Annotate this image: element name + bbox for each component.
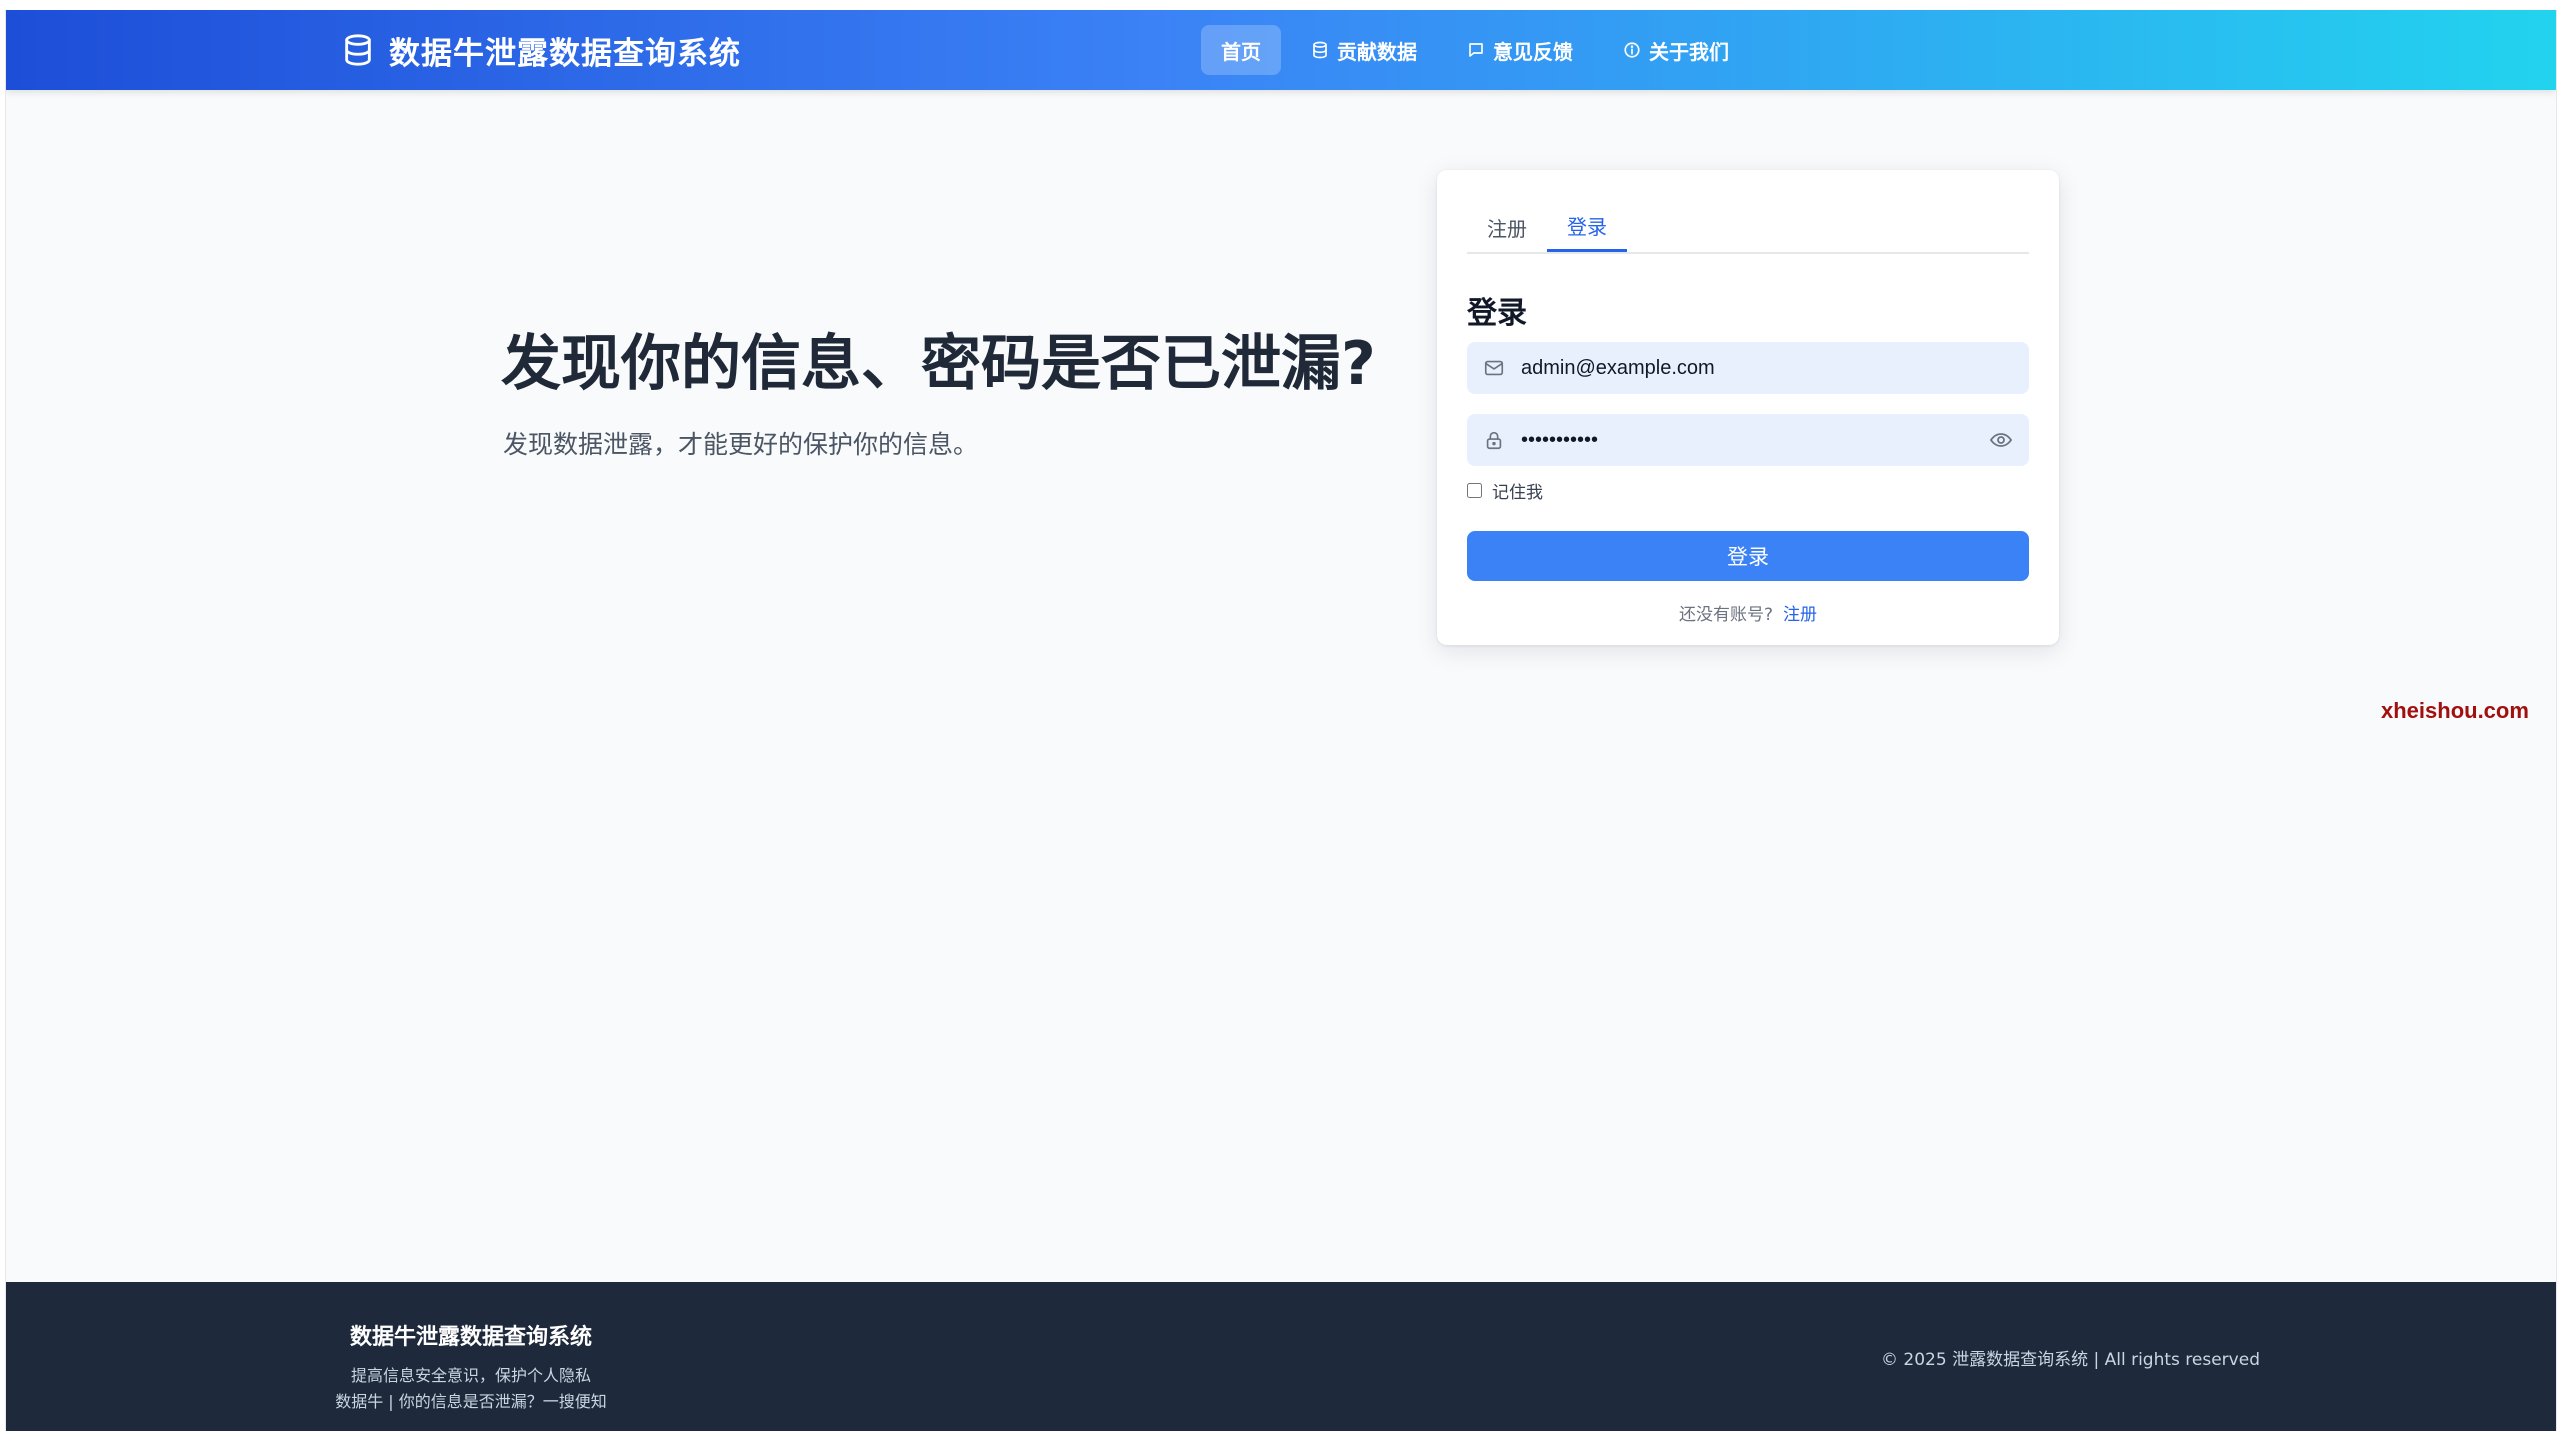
database-icon <box>1313 41 1327 59</box>
brand[interactable]: 数据牛泄露数据查询系统 <box>341 10 741 90</box>
register-link[interactable]: 注册 <box>1783 605 1817 625</box>
footer-slogan: 数据牛 | 你的信息是否泄漏？一搜便知 <box>335 1392 607 1411</box>
footer-title: 数据牛泄露数据查询系统 <box>349 1325 592 1350</box>
footer-tagline: 提高信息安全意识，保护个人隐私 <box>350 1366 591 1385</box>
remember-me[interactable]: 记住我 <box>1467 478 1543 503</box>
no-account-text: 还没有账号? <box>1678 605 1774 625</box>
tab-register[interactable]: 注册 <box>1467 202 1547 252</box>
nav-contribute-data[interactable]: 贡献数据 <box>1291 25 1437 75</box>
info-icon <box>1624 42 1640 58</box>
footer: 数据牛泄露数据查询系统 提高信息安全意识，保护个人隐私 数据牛 | 你的信息是否… <box>6 1282 2556 1431</box>
signup-prompt: 还没有账号? 注册 <box>1437 600 2059 625</box>
tab-login[interactable]: 登录 <box>1547 202 1627 252</box>
footer-brand: 数据牛泄露数据查询系统 提高信息安全意识，保护个人隐私 数据牛 | 你的信息是否… <box>266 1319 676 1415</box>
password-input[interactable] <box>1519 419 1989 461</box>
password-field[interactable] <box>1467 414 2029 466</box>
nav-about[interactable]: 关于我们 <box>1603 25 1749 75</box>
nav-feedback-label: 意见反馈 <box>1493 39 1573 64</box>
email-field[interactable] <box>1467 342 2029 394</box>
database-icon <box>345 34 371 66</box>
login-card: 注册 登录 登录 记住我 登 <box>1437 170 2059 645</box>
top-navbar: 数据牛泄露数据查询系统 首页 贡献数据 意见反馈 关于我们 <box>6 10 2556 90</box>
copyright: © 2025 泄露数据查询系统 | All rights reserved <box>1881 1350 2260 1370</box>
hero-title: 发现你的信息、密码是否已泄漏? <box>501 329 1376 399</box>
page: 数据牛泄露数据查询系统 首页 贡献数据 意见反馈 关于我们 发现你的信息、密码是… <box>5 10 2557 1431</box>
watermark: xheishou.com <box>2381 698 2529 723</box>
nav-about-label: 关于我们 <box>1649 39 1729 64</box>
nav-home-label: 首页 <box>1221 39 1261 64</box>
auth-tabs: 注册 登录 <box>1467 202 2029 254</box>
nav-contribute-label: 贡献数据 <box>1337 39 1417 64</box>
remember-label: 记住我 <box>1492 483 1543 503</box>
mail-icon <box>1484 360 1504 376</box>
nav-home[interactable]: 首页 <box>1201 25 1281 75</box>
message-icon <box>1469 43 1483 57</box>
email-input[interactable] <box>1519 347 2013 389</box>
app-title: 数据牛泄露数据查询系统 <box>389 35 741 72</box>
nav-feedback[interactable]: 意见反馈 <box>1447 25 1593 75</box>
lock-icon <box>1486 431 1502 450</box>
login-button[interactable]: 登录 <box>1467 531 2029 581</box>
eye-icon[interactable] <box>1989 428 2013 452</box>
main-nav: 首页 贡献数据 意见反馈 关于我们 <box>1201 25 1749 75</box>
login-heading: 登录 <box>1467 296 1527 331</box>
remember-checkbox[interactable] <box>1467 483 1482 498</box>
hero-subtitle: 发现数据泄露，才能更好的保护你的信息。 <box>503 430 979 459</box>
